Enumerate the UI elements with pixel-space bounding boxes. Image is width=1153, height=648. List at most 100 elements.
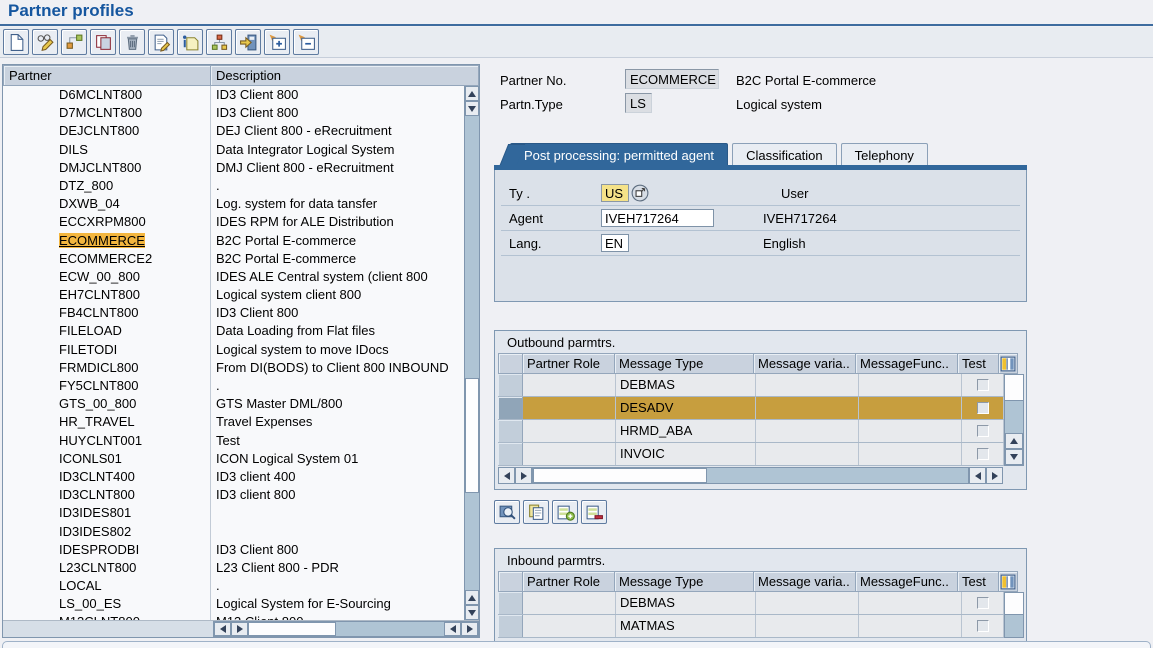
scrollbar-track[interactable] — [248, 622, 444, 636]
row-selector[interactable] — [498, 615, 523, 637]
row-selector[interactable] — [498, 420, 523, 442]
partner-name[interactable]: DMJCLNT800 — [59, 160, 141, 175]
scroll-left-button[interactable] — [214, 622, 231, 636]
partner-row[interactable]: ID3CLNT400ID3 client 400 — [3, 468, 464, 486]
documentation-button[interactable] — [177, 29, 203, 55]
table-configuration-icon[interactable] — [998, 353, 1018, 374]
partner-name[interactable]: HR_TRAVEL — [59, 414, 135, 429]
partner-row[interactable]: ECW_00_800IDES ALE Central system (clien… — [3, 268, 464, 286]
partner-name[interactable]: IDESPRODBI — [59, 542, 139, 557]
possible-entries-button[interactable] — [631, 184, 649, 202]
scroll-right-button[interactable] — [986, 467, 1003, 484]
partner-name[interactable]: ECCXRPM800 — [59, 214, 146, 229]
column-header-message-function[interactable]: MessageFunc.. — [855, 571, 958, 592]
partner-name[interactable]: FRMDICL800 — [59, 360, 138, 375]
partner-name[interactable]: ID3IDES801 — [59, 505, 131, 520]
partner-name[interactable]: EH7CLNT800 — [59, 287, 140, 302]
partner-row[interactable]: LOCAL. — [3, 577, 464, 595]
scroll-left-button[interactable] — [969, 467, 986, 484]
row-selector[interactable] — [498, 592, 523, 614]
partner-row[interactable]: ECOMMERCE2B2C Portal E-commerce — [3, 250, 464, 268]
partner-name[interactable]: ID3CLNT800 — [59, 487, 135, 502]
insert-row-button[interactable] — [552, 500, 578, 524]
partner-row[interactable]: ID3IDES801 — [3, 504, 464, 522]
tab-post-processing[interactable]: Post processing: permitted agent — [510, 143, 728, 165]
column-header-description[interactable]: Description — [210, 65, 479, 86]
column-header-message-function[interactable]: MessageFunc.. — [855, 353, 958, 374]
partner-name[interactable]: ECW_00_800 — [59, 269, 140, 284]
display-details-button[interactable] — [494, 500, 520, 524]
partner-name[interactable]: DTZ_800 — [59, 178, 113, 193]
partner-row[interactable]: LS_00_ESLogical System for E-Sourcing — [3, 595, 464, 613]
partner-name[interactable]: LOCAL — [59, 578, 102, 593]
test-checkbox[interactable] — [977, 597, 989, 609]
partner-name[interactable]: L23CLNT800 — [59, 560, 136, 575]
partner-name[interactable]: ID3IDES802 — [59, 524, 131, 539]
partner-name[interactable]: FY5CLNT800 — [59, 378, 138, 393]
scroll-right-button[interactable] — [515, 467, 532, 484]
copy-rows-button[interactable] — [523, 500, 549, 524]
partner-name[interactable]: ID3CLNT400 — [59, 469, 135, 484]
idoc-table-row[interactable]: MATMAS — [498, 615, 1004, 638]
partner-list-vertical-scrollbar[interactable] — [464, 86, 479, 620]
column-header-message-variant[interactable]: Message varia.. — [753, 353, 856, 374]
delete-row-button[interactable] — [581, 500, 607, 524]
partner-row[interactable]: DXWB_04Log. system for data tansfer — [3, 195, 464, 213]
partner-row[interactable]: EH7CLNT800Logical system client 800 — [3, 286, 464, 304]
column-header-partner-role[interactable]: Partner Role — [522, 571, 615, 592]
partner-row[interactable]: ID3CLNT800ID3 client 800 — [3, 486, 464, 504]
partner-row[interactable]: D6MCLNT800ID3 Client 800 — [3, 86, 464, 104]
idoc-table-row[interactable]: DESADV — [498, 397, 1004, 420]
scroll-down-button[interactable] — [1005, 449, 1023, 465]
test-checkbox[interactable] — [977, 448, 989, 460]
test-checkbox[interactable] — [977, 425, 989, 437]
column-header-test[interactable]: Test — [957, 571, 999, 592]
idoc-table-row[interactable]: INVOIC — [498, 443, 1004, 466]
scroll-right-button[interactable] — [461, 622, 478, 636]
scroll-left-button[interactable] — [498, 467, 515, 484]
scroll-down-button[interactable] — [465, 101, 479, 116]
partner-row[interactable]: ECOMMERCEB2C Portal E-commerce — [3, 232, 464, 250]
partner-row[interactable]: FB4CLNT800ID3 Client 800 — [3, 304, 464, 322]
scrollbar-track[interactable] — [532, 467, 969, 484]
column-header-message-type[interactable]: Message Type — [614, 353, 754, 374]
scroll-down-button[interactable] — [465, 605, 479, 620]
partner-row[interactable]: IDESPRODBIID3 Client 800 — [3, 541, 464, 559]
language-input[interactable] — [601, 234, 629, 252]
partner-name[interactable]: ICONLS01 — [59, 451, 122, 466]
tab-telephony[interactable]: Telephony — [841, 143, 928, 165]
collapse-all-button[interactable] — [293, 29, 319, 55]
agent-type-input[interactable] — [601, 184, 629, 202]
idoc-table-row[interactable]: DEBMAS — [498, 592, 1004, 615]
scroll-left-button[interactable] — [444, 622, 461, 636]
partner-name[interactable]: DXWB_04 — [59, 196, 120, 211]
partner-row[interactable]: FY5CLNT800. — [3, 377, 464, 395]
scrollbar-track[interactable] — [1005, 401, 1023, 433]
scrollbar-thumb[interactable] — [465, 378, 479, 493]
partner-name[interactable]: ECOMMERCE2 — [59, 251, 152, 266]
partner-row[interactable]: ICONLS01ICON Logical System 01 — [3, 450, 464, 468]
partner-row[interactable]: GTS_00_800GTS Master DML/800 — [3, 395, 464, 413]
partner-name[interactable]: DEJCLNT800 — [59, 123, 139, 138]
delete-button[interactable] — [119, 29, 145, 55]
column-header-test[interactable]: Test — [957, 353, 999, 374]
outbound-horizontal-scrollbar[interactable] — [498, 467, 1023, 484]
agent-input[interactable] — [601, 209, 714, 227]
inbound-vertical-scrollbar[interactable] — [1004, 592, 1024, 638]
scrollbar-thumb[interactable] — [248, 622, 336, 636]
selector-column-header[interactable] — [498, 353, 523, 374]
create-button[interactable] — [3, 29, 29, 55]
partner-row[interactable]: ECCXRPM800IDES RPM for ALE Distribution — [3, 213, 464, 231]
column-header-message-type[interactable]: Message Type — [614, 571, 754, 592]
scrollbar-thumb[interactable] — [1005, 375, 1023, 401]
selector-column-header[interactable] — [498, 571, 523, 592]
display-change-button[interactable] — [32, 29, 58, 55]
column-header-partner[interactable]: Partner — [3, 65, 211, 86]
goto-button[interactable] — [235, 29, 261, 55]
partner-name[interactable]: ECOMMERCE — [59, 233, 145, 248]
partner-name[interactable]: D6MCLNT800 — [59, 87, 142, 102]
outbound-vertical-scrollbar[interactable] — [1004, 374, 1024, 466]
hierarchy-button[interactable] — [206, 29, 232, 55]
table-configuration-icon[interactable] — [998, 571, 1018, 592]
row-selector[interactable] — [498, 397, 523, 419]
